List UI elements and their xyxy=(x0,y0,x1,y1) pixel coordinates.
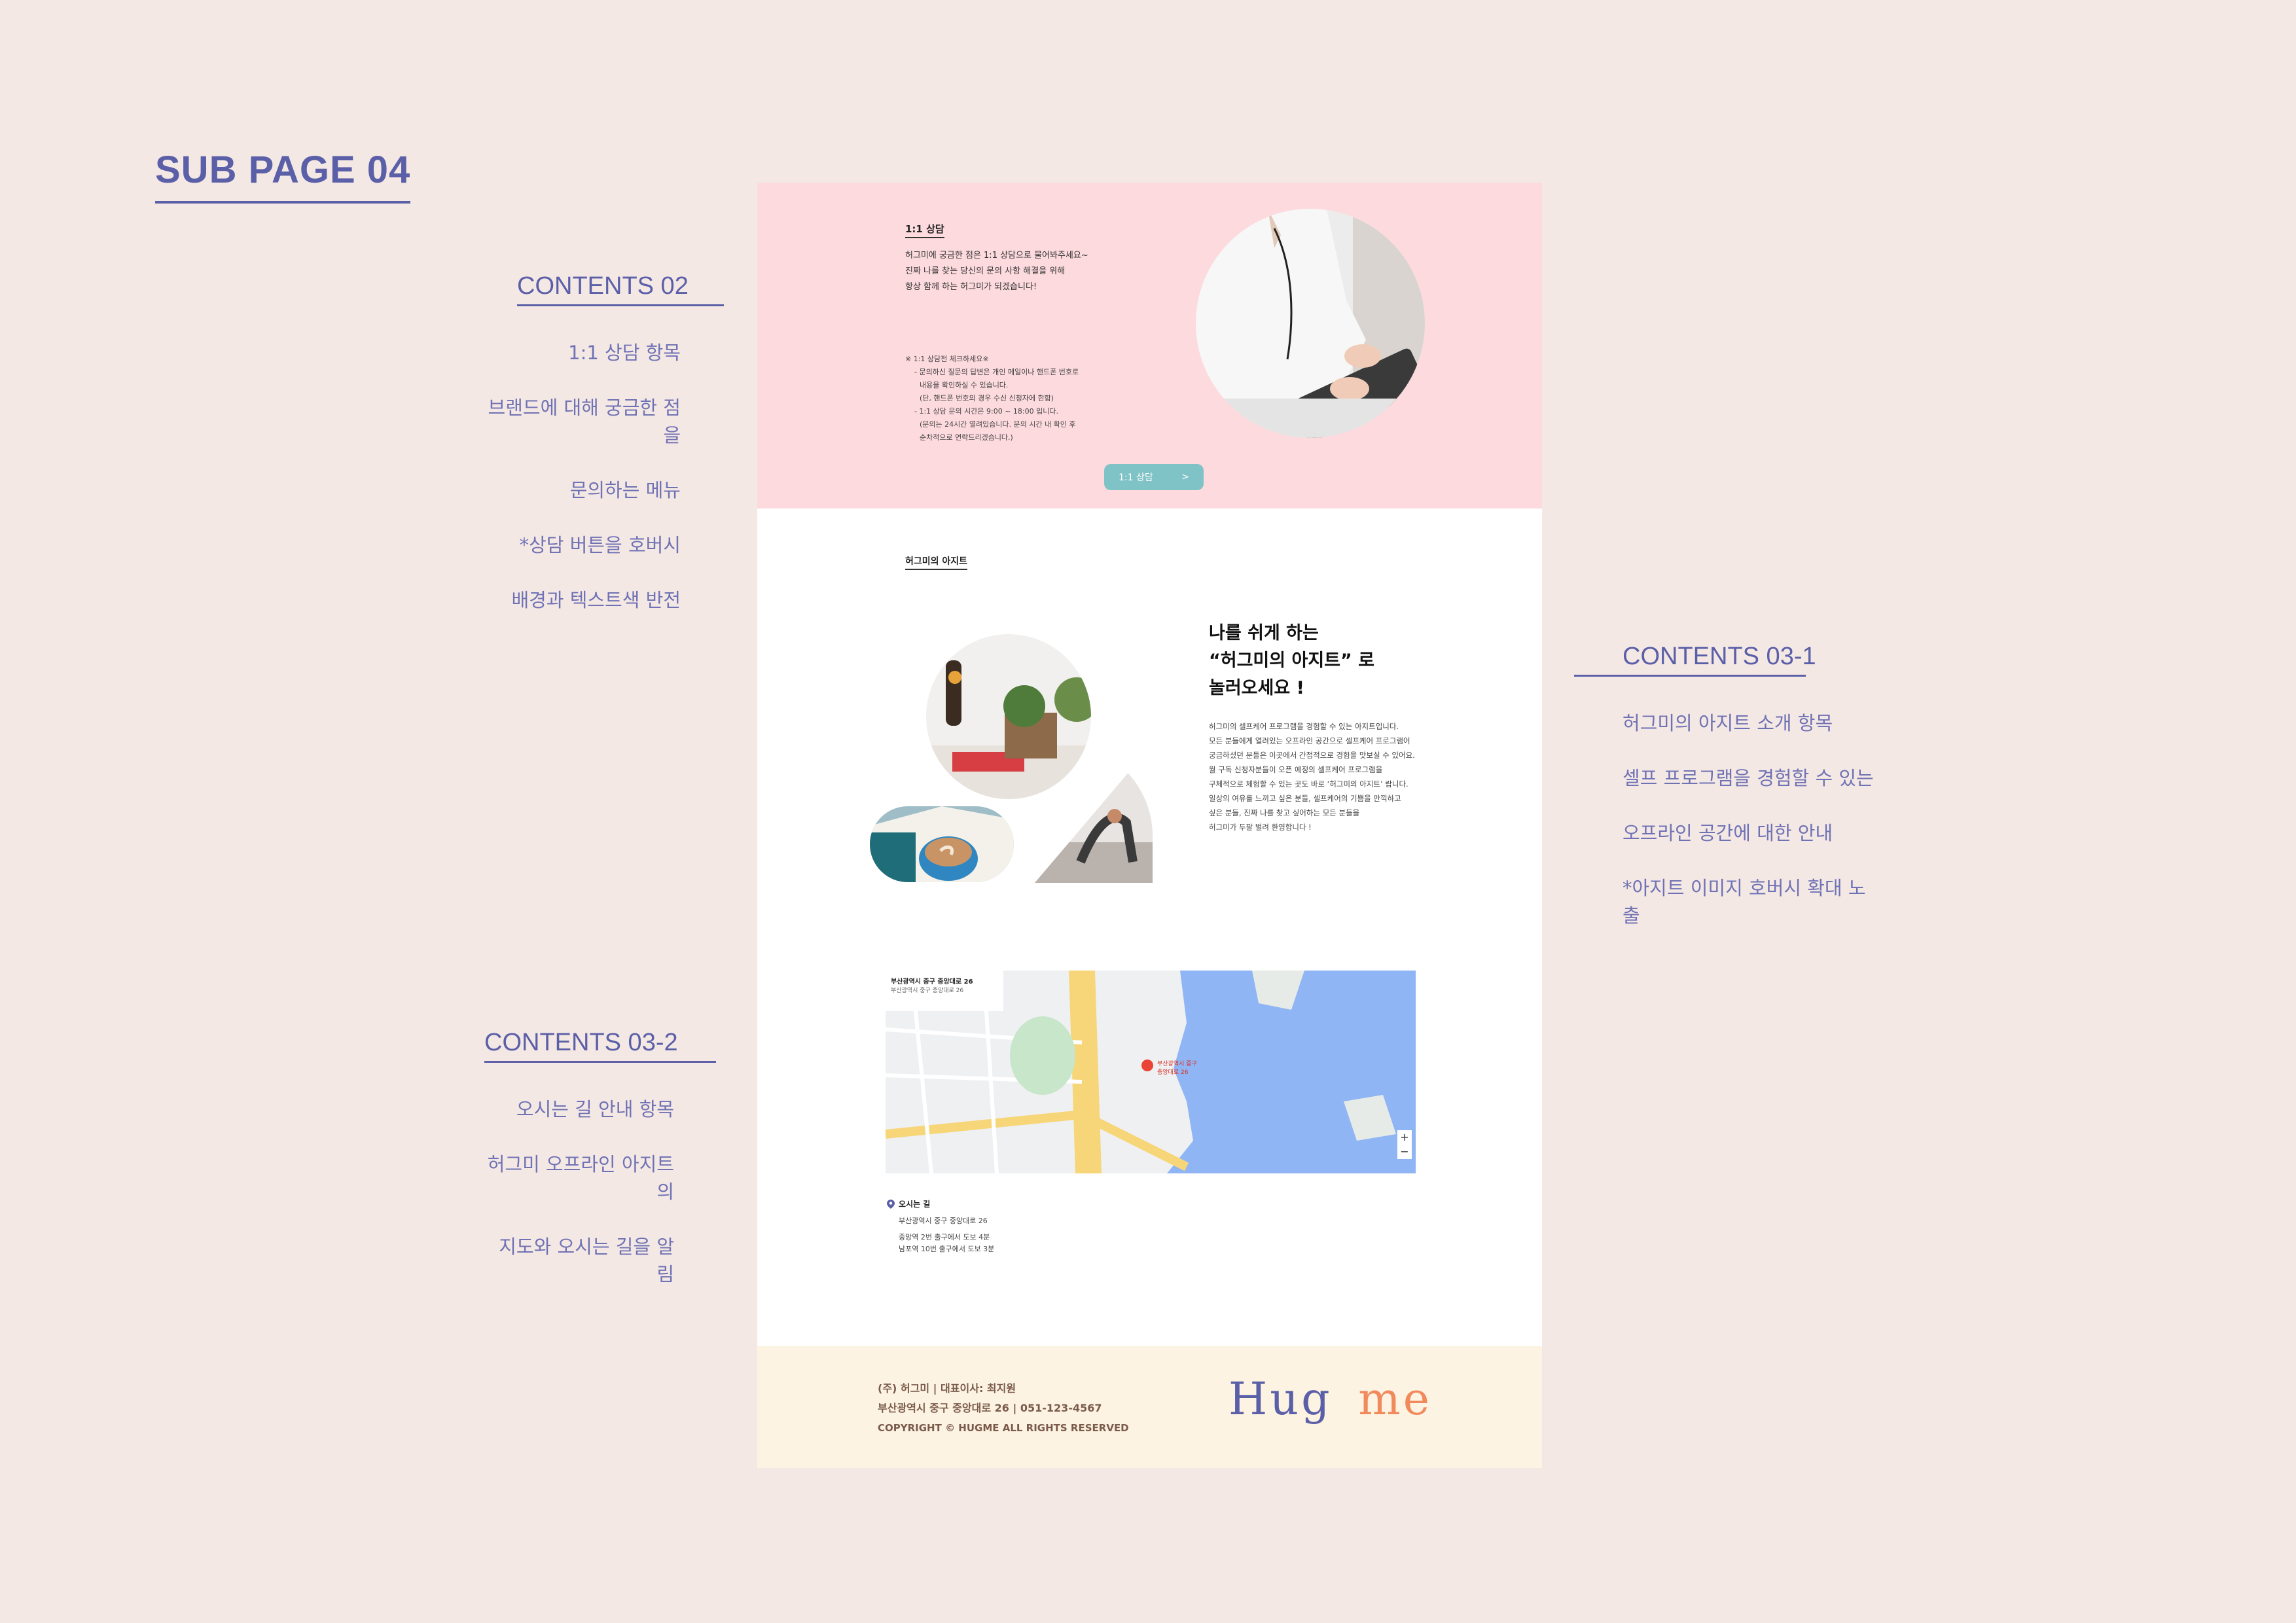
footer: (주) 허그미 | 대표이사: 최지원 부산광역시 중구 중앙대로 26 | 0… xyxy=(757,1346,1542,1468)
notice-line: - 문의하신 질문의 답변은 개인 메일이나 핸드폰 번호로 xyxy=(914,368,1079,376)
zoom-in-button[interactable]: + xyxy=(1397,1130,1412,1145)
consult-button[interactable]: 1:1 상담 > xyxy=(1104,464,1204,490)
notice-line: (단, 핸드폰 번호의 경우 수신 신청자에 한함) xyxy=(920,394,1054,402)
location-pin-icon xyxy=(887,1199,895,1209)
intro-line: 항상 함께 하는 허그미가 되겠습니다! xyxy=(905,282,1037,292)
notice-line: - 1:1 상담 문의 시간은 9:00 ~ 18:00 입니다. xyxy=(914,407,1058,416)
divider xyxy=(517,304,724,306)
notice-line: 순차적으로 연락드리겠습니다.) xyxy=(920,433,1013,442)
annotation-line: *상담 버튼을 호버시 xyxy=(519,534,681,556)
directions-address: 부산광역시 중구 중앙대로 26 xyxy=(899,1217,988,1225)
location-map[interactable]: 부산광역시 중구 중앙대로 26 부산광역시 중구 중앙대로 26 부산광역시 … xyxy=(886,971,1416,1173)
annotation-contents-03-2: CONTENTS 03-2 오시는 길 안내 항목 허그미 오프라인 아지트의 … xyxy=(484,1029,717,1315)
directions-route: 남포역 10번 출구에서 도보 3분 xyxy=(899,1245,995,1253)
azit-title: 허그미의 아지트 xyxy=(905,556,968,570)
consult-button-label: 1:1 상담 xyxy=(1119,473,1153,483)
divider xyxy=(484,1061,716,1063)
consult-intro: 허그미에 궁금한 점은 1:1 상담으로 물어봐주세요~ 진짜 나를 찾는 당신… xyxy=(905,248,1088,295)
directions: 오시는 길 부산광역시 중구 중앙대로 26 중앙역 2번 출구에서 도보 4분… xyxy=(887,1198,994,1255)
azit-image-coffee[interactable] xyxy=(870,806,1014,882)
chevron-right-icon: > xyxy=(1181,472,1189,482)
annotation-line: 허그미 오프라인 아지트의 xyxy=(487,1153,674,1203)
directions-route: 중앙역 2번 출구에서 도보 4분 xyxy=(899,1233,990,1241)
consult-title-wrap: 1:1 상담 xyxy=(905,222,944,238)
page-mockup: 1:1 상담 허그미에 궁금한 점은 1:1 상담으로 물어봐주세요~ 진짜 나… xyxy=(757,183,1542,1468)
headline-line: 나를 쉬게 하는 xyxy=(1209,623,1319,643)
consult-section: 1:1 상담 허그미에 궁금한 점은 1:1 상담으로 물어봐주세요~ 진짜 나… xyxy=(757,183,1542,508)
annotation-heading: CONTENTS 03-2 xyxy=(484,1029,678,1056)
footer-info: (주) 허그미 | 대표이사: 최지원 부산광역시 중구 중앙대로 26 | 0… xyxy=(878,1379,1129,1438)
annotation-heading: CONTENTS 02 xyxy=(517,272,689,300)
azit-headline: 나를 쉬게 하는 “허그미의 아지트” 로 놀러오세요 ! xyxy=(1209,620,1374,702)
notice-line: (문의는 24시간 열려있습니다. 문의 시간 내 확인 후 xyxy=(920,420,1076,429)
notice-title: ※ 1:1 상담전 체크하세요※ xyxy=(905,355,989,363)
intro-line: 진짜 나를 찾는 당신의 문의 사항 해결을 위해 xyxy=(905,266,1066,276)
body-line: 허그미가 두팔 벌려 환영합니다 ! xyxy=(1209,823,1312,832)
logo-text-me: me xyxy=(1358,1374,1432,1425)
page-title: SUB PAGE 04 xyxy=(155,148,411,204)
consult-title: 1:1 상담 xyxy=(905,223,944,238)
azit-image-room[interactable] xyxy=(926,634,1091,799)
annotation-line: 오시는 길 안내 항목 xyxy=(516,1098,674,1120)
directions-title: 오시는 길 xyxy=(899,1200,931,1209)
annotation-body: 허그미의 아지트 소개 항목 셀프 프로그램을 경험할 수 있는 오프라인 공간… xyxy=(1574,682,1875,957)
notice-line: 내용을 확인하실 수 있습니다. xyxy=(920,381,1009,389)
annotation-line: 1:1 상담 항목 xyxy=(568,342,681,364)
map-place-card: 부산광역시 중구 중앙대로 26 부산광역시 중구 중앙대로 26 xyxy=(891,976,973,994)
annotation-body: 1:1 상담 항목 브랜드에 대해 궁금한 점을 문의하는 메뉴 *상담 버튼을… xyxy=(478,312,681,641)
headline-line: “허그미의 아지트” 로 xyxy=(1209,651,1375,671)
map-marker-label: 부산광역시 중구 중앙대로 26 xyxy=(1157,1061,1197,1076)
annotation-heading: CONTENTS 03-1 xyxy=(1623,643,1816,670)
body-line: 일상의 여유를 느끼고 싶은 분들, 셀프케어의 기쁨을 만끽하고 xyxy=(1209,794,1401,803)
body-line: 구체적으로 체험할 수 있는 곳도 바로 ‘허그미의 아지트’ 랍니다. xyxy=(1209,779,1408,789)
annotation-line: 문의하는 메뉴 xyxy=(569,479,681,501)
headline-line: 놀러오세요 ! xyxy=(1209,678,1304,698)
consult-photo xyxy=(1196,209,1425,438)
body-line: 모든 분들에게 열려있는 오프라인 공간으로 셀프케어 프로그램어 xyxy=(1209,736,1410,745)
annotation-contents-02: CONTENTS 02 1:1 상담 항목 브랜드에 대해 궁금한 점을 문의하… xyxy=(478,272,724,641)
body-line: 허그미의 셀프케어 프로그램을 경험할 수 있는 아지트입니다. xyxy=(1209,722,1399,731)
annotation-body: 오시는 길 안내 항목 허그미 오프라인 아지트의 지도와 오시는 길을 알림 xyxy=(484,1068,674,1315)
azit-body: 허그미의 셀프케어 프로그램을 경험할 수 있는 아지트입니다. 모든 분들에게… xyxy=(1209,719,1415,834)
zoom-out-button[interactable]: − xyxy=(1397,1145,1412,1159)
logo-text-hug: Hug xyxy=(1229,1374,1333,1425)
annotation-line: 셀프 프로그램을 경험할 수 있는 xyxy=(1623,767,1874,789)
map-zoom-controls: + − xyxy=(1397,1130,1412,1159)
consult-notice: ※ 1:1 상담전 체크하세요※ - 문의하신 질문의 답변은 개인 메일이나 … xyxy=(905,353,1079,444)
footer-address: 부산광역시 중구 중앙대로 26 | 051-123-4567 xyxy=(878,1402,1102,1414)
body-line: 싶은 분들, 진짜 나를 찾고 싶어하는 모든 분들을 xyxy=(1209,808,1360,817)
body-line: 궁금하셨던 분들은 이곳에서 간접적으로 경험을 맛보실 수 있어요. xyxy=(1209,751,1415,760)
body-line: 월 구독 신청자분들이 오픈 예정의 셀프케어 프로그램을 xyxy=(1209,765,1383,774)
hugme-logo[interactable]: Hug me xyxy=(1229,1374,1432,1425)
annotation-contents-03-1: CONTENTS 03-1 허그미의 아지트 소개 항목 셀프 프로그램을 경험… xyxy=(1574,643,1875,957)
annotation-line: 지도와 오시는 길을 알림 xyxy=(499,1236,674,1285)
annotation-line: 브랜드에 대해 궁금한 점을 xyxy=(488,397,681,446)
annotation-line: *아지트 이미지 호버시 확대 노출 xyxy=(1623,877,1866,927)
intro-line: 허그미에 궁금한 점은 1:1 상담으로 물어봐주세요~ xyxy=(905,251,1088,260)
annotation-line: 허그미의 아지트 소개 항목 xyxy=(1623,712,1833,734)
azit-title-wrap: 허그미의 아지트 xyxy=(905,554,968,570)
annotation-line: 오프라인 공간에 대한 안내 xyxy=(1623,822,1833,844)
footer-company: (주) 허그미 | 대표이사: 최지원 xyxy=(878,1382,1016,1395)
annotation-line: 배경과 텍스트색 반전 xyxy=(511,589,681,611)
map-place-sub: 부산광역시 중구 중앙대로 26 xyxy=(891,988,964,994)
divider xyxy=(1574,675,1806,677)
footer-copyright: COPYRIGHT © HUGME ALL RIGHTS RESERVED xyxy=(878,1422,1129,1434)
map-place-title: 부산광역시 중구 중앙대로 26 xyxy=(891,978,973,986)
